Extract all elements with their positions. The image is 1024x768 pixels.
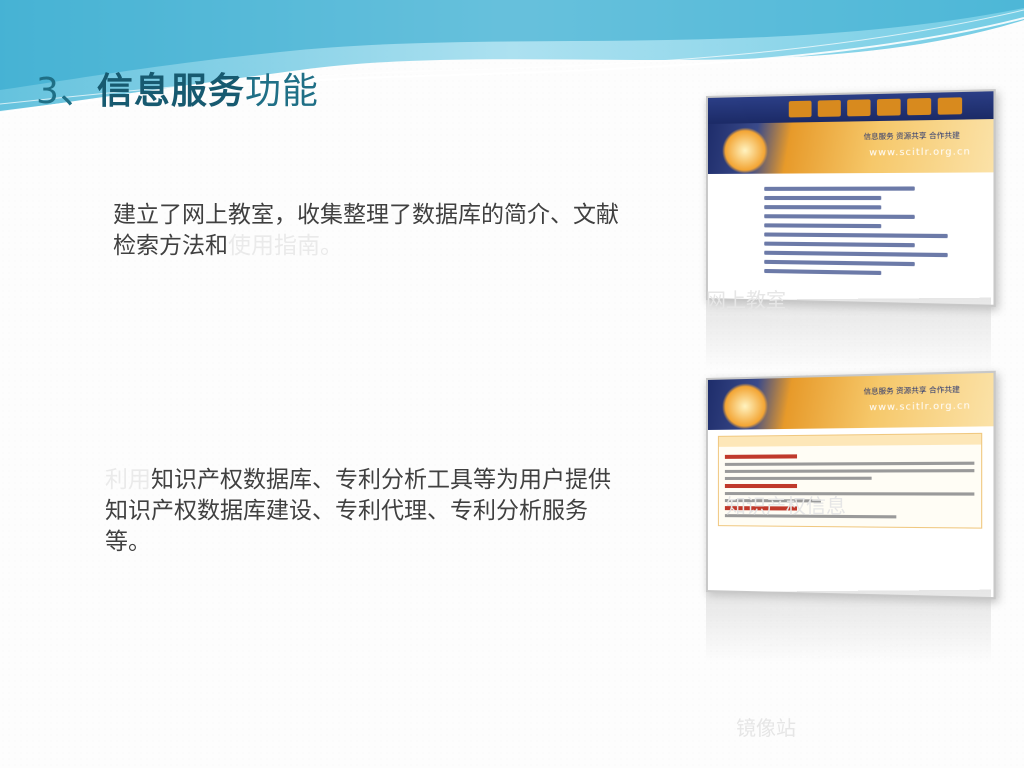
nav-button — [788, 100, 812, 118]
banner-url: www.scitlr.org.cn — [869, 147, 972, 159]
caption-mirror-site: 镜像站 — [736, 716, 796, 740]
paragraph-online-classroom: 建立了网上教室，收集整理了数据库的简介、文献检索方法和使用指南。 — [113, 200, 633, 262]
list-item — [764, 205, 882, 210]
nav-button — [907, 97, 932, 116]
section-heading-line — [724, 454, 797, 459]
text-line — [724, 461, 975, 466]
site-link-list — [708, 172, 994, 290]
banner-url: www.scitlr.org.cn — [869, 401, 972, 414]
list-item — [764, 259, 915, 267]
title-bold: 信息服务 — [96, 71, 245, 112]
text-line — [724, 469, 975, 473]
list-item — [764, 268, 882, 276]
caption-online-classroom: 网上教室 — [706, 288, 786, 312]
nav-button — [817, 99, 841, 117]
list-item — [764, 214, 915, 219]
sun-graphic — [721, 126, 769, 174]
section-heading-line — [724, 483, 797, 489]
list-item — [764, 241, 915, 248]
screenshot-ip-information: 信息服务 资源共享 合作共建 www.scitlr.org.cn — [706, 370, 996, 665]
website-screenshot-1: 信息服务 资源共享 合作共建 www.scitlr.org.cn — [706, 89, 996, 307]
caption-ip-information: 知识产权信息 — [726, 494, 846, 518]
paragraph-2-faint: 利用 — [105, 467, 151, 493]
list-item — [764, 223, 882, 229]
list-item — [764, 195, 882, 201]
nav-button — [847, 99, 871, 117]
title-rest: 功能 — [244, 71, 319, 112]
slide-title: 3、信息服务功能 — [36, 62, 319, 114]
paragraph-2-main: 知识产权数据库、专利分析工具等为用户提供知识产权数据库建设、专利代理、专利分析服… — [105, 467, 611, 555]
list-item — [764, 232, 949, 239]
banner-slogan: 信息服务 资源共享 合作共建 — [863, 385, 960, 396]
site-banner: 信息服务 资源共享 合作共建 www.scitlr.org.cn — [707, 119, 994, 174]
paragraph-ip-services: 利用知识产权数据库、专利分析工具等为用户提供知识产权数据库建设、专利代理、专利分… — [105, 465, 625, 558]
website-screenshot-2: 信息服务 资源共享 合作共建 www.scitlr.org.cn — [706, 370, 996, 600]
banner-slogan: 信息服务 资源共享 合作共建 — [863, 131, 960, 141]
site-banner: 信息服务 资源共享 合作共建 www.scitlr.org.cn — [707, 372, 994, 430]
title-number: 3、 — [36, 71, 97, 112]
paragraph-1-faint: 使用指南。 — [228, 233, 343, 259]
nav-button — [937, 97, 963, 115]
list-item — [764, 250, 949, 258]
nav-button — [876, 98, 901, 116]
screenshot-online-classroom: 信息服务 资源共享 合作共建 www.scitlr.org.cn — [706, 89, 996, 373]
text-line — [724, 476, 872, 480]
screenshot-reflection — [706, 589, 992, 665]
paragraph-1-main: 建立了网上教室，收集整理了数据库的简介、文献检索方法和 — [113, 202, 619, 259]
list-item — [764, 186, 915, 191]
sun-graphic — [721, 382, 769, 430]
